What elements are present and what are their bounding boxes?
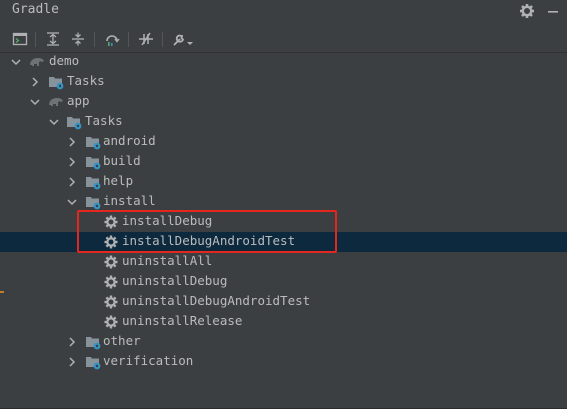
tree-node-label: uninstallRelease (122, 313, 243, 328)
chevron-right-icon[interactable] (29, 76, 41, 88)
tree-node-label: uninstallDebug (122, 273, 228, 288)
task-folder-icon (86, 177, 101, 190)
task-gear-icon (104, 255, 118, 269)
build-tool-settings-icon[interactable] (170, 29, 196, 49)
tree-node-label: help (103, 173, 134, 188)
gear-icon[interactable] (519, 3, 535, 19)
gradle-elephant-icon (30, 58, 44, 66)
tree-node-label: android (103, 133, 156, 148)
task-folder-icon (49, 77, 64, 90)
chevron-right-icon[interactable] (66, 156, 78, 168)
toggle-offline-mode-icon[interactable] (136, 29, 156, 49)
tool-window-title: Gradle (12, 2, 59, 17)
tree-node-uninstallRelease[interactable]: uninstallRelease (0, 312, 567, 332)
task-gear-icon (104, 275, 118, 289)
tree-node-label: install (103, 193, 156, 208)
annotation-highlight-box (77, 210, 337, 253)
chevron-down-icon[interactable] (48, 116, 60, 128)
tree-node-help[interactable]: help (0, 172, 567, 192)
task-gear-icon (104, 315, 118, 329)
tree-node-verification[interactable]: verification (0, 352, 567, 372)
task-folder-icon (86, 137, 101, 150)
tree-node-install[interactable]: install (0, 192, 567, 212)
toolbar-separator (94, 32, 95, 47)
chevron-right-icon[interactable] (66, 336, 78, 348)
tree-node-demo[interactable]: demo (0, 52, 567, 72)
tree-node-label: Tasks (85, 113, 123, 128)
task-folder-icon (86, 337, 101, 350)
tree-node-label: uninstallAll (122, 253, 213, 268)
tree-node-build[interactable]: build (0, 152, 567, 172)
tree-node-app[interactable]: app (0, 92, 567, 112)
task-folder-icon (67, 117, 82, 130)
tool-window-header: Gradle (0, 0, 567, 21)
tree-node-android[interactable]: android (0, 132, 567, 152)
tree-node-uninstallDebug[interactable]: uninstallDebug (0, 272, 567, 292)
collapse-all-icon[interactable] (68, 29, 88, 49)
tree-node-other[interactable]: other (0, 332, 567, 352)
tree-node-label: other (103, 333, 141, 348)
tree-node-demo-tasks[interactable]: Tasks (0, 72, 567, 92)
minimize-icon[interactable] (545, 3, 561, 19)
tree-node-label: Tasks (67, 73, 105, 88)
execute-gradle-task-icon[interactable] (10, 29, 30, 49)
task-folder-icon (86, 157, 101, 170)
chevron-right-icon[interactable] (66, 136, 78, 148)
tree-node-uninstallDebugAndroidTest[interactable]: uninstallDebugAndroidTest (0, 292, 567, 312)
task-gear-icon (104, 295, 118, 309)
chevron-down-icon[interactable] (66, 196, 78, 208)
task-folder-icon (86, 357, 101, 370)
refresh-icon[interactable] (102, 29, 122, 49)
toolbar-separator (35, 32, 36, 47)
task-folder-icon (86, 197, 101, 210)
chevron-down-icon[interactable] (10, 56, 22, 68)
tree-node-uninstallAll[interactable]: uninstallAll (0, 252, 567, 272)
toolbar-separator (162, 32, 163, 47)
chevron-down-icon[interactable] (29, 96, 41, 108)
chevron-right-icon[interactable] (66, 176, 78, 188)
tree-node-label: demo (49, 53, 80, 68)
chevron-right-icon[interactable] (66, 356, 78, 368)
gradle-elephant-icon (49, 98, 63, 106)
tree-node-label: app (67, 93, 90, 108)
tree-node-app-tasks[interactable]: Tasks (0, 112, 567, 132)
toolbar (0, 27, 567, 53)
tree-node-label: uninstallDebugAndroidTest (122, 293, 311, 308)
tree-node-label: verification (103, 353, 194, 368)
expand-all-icon[interactable] (43, 29, 63, 49)
splitter-marker (0, 291, 4, 293)
toolbar-separator (128, 32, 129, 47)
tree-node-label: build (103, 153, 141, 168)
